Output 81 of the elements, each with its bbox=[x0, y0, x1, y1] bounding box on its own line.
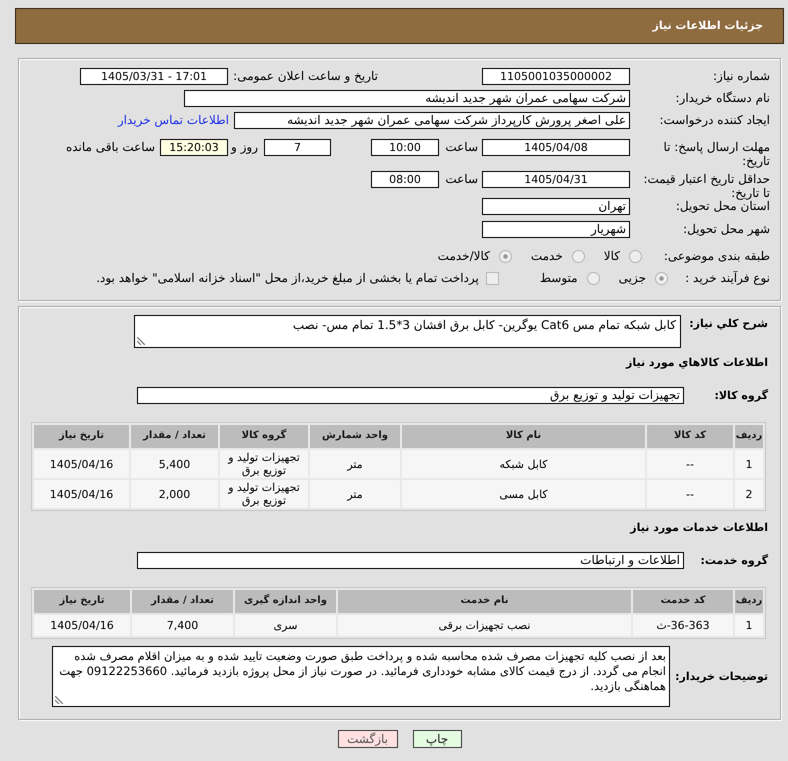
response-deadline-label: مهلت ارسال پاسخ: تا تاریخ: bbox=[662, 140, 770, 168]
deadline-date-field[interactable]: 1405/04/08 bbox=[482, 139, 630, 156]
deadline-time-field[interactable]: 10:00 bbox=[371, 139, 439, 156]
table-cell: 2 bbox=[735, 480, 763, 508]
description-label: شرح کلي نياز: bbox=[689, 316, 768, 332]
table-cell: 5,400 bbox=[131, 450, 218, 478]
table-header-cell: نام خدمت bbox=[338, 590, 631, 613]
radio-label: خدمت bbox=[530, 248, 563, 265]
table-cell: کابل مسی bbox=[402, 480, 645, 508]
table-cell: کابل شبکه bbox=[402, 450, 645, 478]
description-field[interactable]: کابل شبکه تمام مس Cat6 یوگرین- کابل برق افشان 3*1.5 تمام مس- نصب bbox=[134, 315, 681, 348]
table-cell: نصب تجهیزات برقی bbox=[338, 615, 631, 636]
table-header-cell: کد خدمت bbox=[633, 590, 733, 613]
requester-field[interactable]: علی اصغر پرورش کارپرداز شرکت سهامی عمران شهر جدید اندیشه bbox=[234, 112, 630, 129]
table-cell: متر bbox=[310, 480, 400, 508]
time-label: ساعت bbox=[445, 139, 478, 156]
announce-date-label: تاریخ و ساعت اعلان عمومی: bbox=[233, 68, 378, 85]
table-cell: 1 bbox=[735, 615, 763, 636]
back-button[interactable]: بازگشت bbox=[338, 730, 398, 748]
city-label: شهر محل تحویل: bbox=[683, 221, 770, 238]
price-validity-label: حداقل تاریخ اعتبار قیمت: تا تاریخ: bbox=[642, 172, 770, 200]
table-cell: 1 bbox=[735, 450, 763, 478]
goods-group-label: گروه کالا: bbox=[714, 388, 768, 404]
announce-date-field[interactable]: 1405/03/31 - 17:01 bbox=[80, 68, 228, 85]
purchase-type-label: نوع فرآیند خرید : bbox=[685, 270, 770, 287]
print-button[interactable]: چاپ bbox=[412, 730, 462, 748]
resize-grip-icon[interactable] bbox=[55, 696, 63, 704]
table-cell: 1405/04/16 bbox=[34, 480, 129, 508]
days-label: روز و bbox=[231, 139, 258, 156]
table-cell: 1405/04/16 bbox=[34, 450, 129, 478]
remaining-days-field[interactable]: 7 bbox=[264, 139, 331, 156]
radio-label: جزیی bbox=[618, 270, 646, 287]
table-cell: متر bbox=[310, 450, 400, 478]
table-header-cell: ردیف bbox=[735, 590, 763, 613]
radio-label: کالا bbox=[604, 248, 620, 265]
subject-category-label: طبقه بندی موضوعی: bbox=[664, 248, 770, 265]
resize-grip-icon[interactable] bbox=[137, 337, 145, 345]
table-header-cell: تعداد / مقدار bbox=[132, 590, 233, 613]
table-header-cell: تاریخ نیاز bbox=[34, 425, 129, 448]
province-label: استان محل تحویل: bbox=[676, 199, 770, 215]
table-cell: -- bbox=[647, 450, 733, 478]
radio-label: متوسط bbox=[540, 270, 578, 287]
table-header-cell: تعداد / مقدار bbox=[131, 425, 218, 448]
table-cell: 1405/04/16 bbox=[34, 615, 130, 636]
province-field[interactable]: تهران bbox=[482, 198, 630, 215]
remaining-time-label: ساعت باقی مانده bbox=[66, 139, 155, 156]
buyer-name-label: نام دستگاه خریدار: bbox=[676, 90, 770, 107]
table-cell: سری bbox=[235, 615, 336, 636]
page-title: جزئیات اطلاعات نیاز bbox=[652, 19, 763, 33]
buyer-notes-label: توضیحات خریدار: bbox=[675, 669, 768, 685]
need-number-field[interactable]: 1105001035000002 bbox=[482, 68, 630, 85]
table-header-cell: گروه کالا bbox=[220, 425, 308, 448]
validity-date-field[interactable]: 1405/04/31 bbox=[482, 171, 630, 188]
buyer-notes-field[interactable]: بعد از نصب کلیه تجهیزات مصرف شده محاسبه شده و پرداخت طبق صورت وضعیت تایید شده و به میزان اقلام مصرف شده انجام می گردد. از درج قیمت کالای مشابه خودداری فرمائید. در صورت نیاز از محل پروژه بازدید فرمائید. 09122253660 جهت هماهنگی بازدید. bbox=[52, 646, 670, 707]
table-header-cell: ردیف bbox=[735, 425, 763, 448]
table-header-cell: نام کالا bbox=[402, 425, 645, 448]
radio-label: کالا/خدمت bbox=[438, 248, 490, 265]
goods-group-field[interactable]: تجهیزات تولید و توزیع برق bbox=[137, 387, 684, 404]
service-section-title: اطلاعات خدمات مورد نياز bbox=[630, 520, 768, 536]
service-group-label: گروه خدمت: bbox=[700, 553, 768, 569]
table-cell: ث-36-363 bbox=[633, 615, 733, 636]
validity-time-field[interactable]: 08:00 bbox=[371, 171, 439, 188]
goods-section-title: اطلاعات کالاهاي مورد نياز bbox=[626, 355, 768, 371]
checkbox-label: پرداخت تمام یا بخشی از مبلغ خرید،از محل "اسناد خزانه اسلامی" خواهد بود. bbox=[96, 270, 479, 287]
table-cell: 7,400 bbox=[132, 615, 233, 636]
table-header-cell: واحد اندازه گیری bbox=[235, 590, 336, 613]
service-group-field[interactable]: اطلاعات و ارتباطات bbox=[137, 552, 684, 569]
need-number-label: شماره نیاز: bbox=[713, 68, 770, 85]
contact-info-link[interactable]: اطلاعات تماس خریدار bbox=[118, 112, 229, 129]
table-cell: تجهیزات تولید و توزیع برق bbox=[220, 450, 308, 478]
table-cell: -- bbox=[647, 480, 733, 508]
table-header-cell: کد کالا bbox=[647, 425, 733, 448]
buyer-name-field[interactable]: شرکت سهامی عمران شهر جدید اندیشه bbox=[184, 90, 630, 107]
remaining-time-field[interactable]: 15:20:03 bbox=[160, 139, 228, 156]
table-header-cell: واحد شمارش bbox=[310, 425, 400, 448]
table-header-cell: تاریخ نیاز bbox=[34, 590, 130, 613]
table-cell: تجهیزات تولید و توزیع برق bbox=[220, 480, 308, 508]
city-field[interactable]: شهریار bbox=[482, 221, 630, 238]
time-label: ساعت bbox=[445, 171, 478, 188]
table-cell: 2,000 bbox=[131, 480, 218, 508]
requester-label: ایجاد کننده درخواست: bbox=[659, 112, 770, 129]
